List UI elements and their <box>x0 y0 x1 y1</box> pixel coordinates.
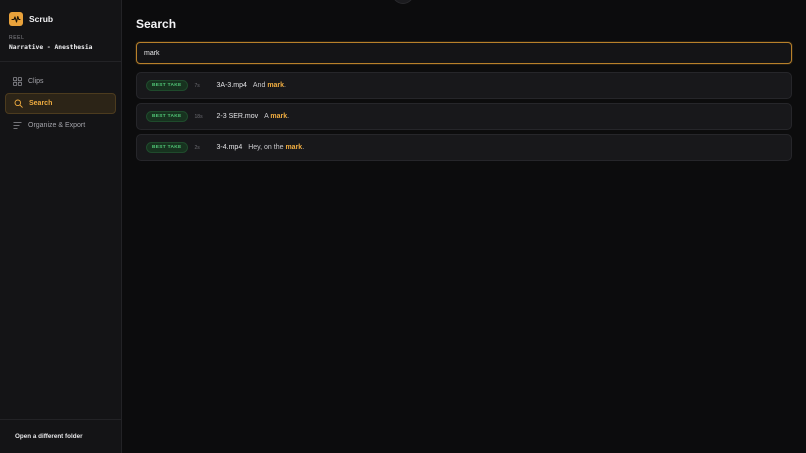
reel-info: REEL Narrative - Anesthesia <box>0 28 121 51</box>
clip-duration: 18s <box>194 113 203 120</box>
clip-duration: 7s <box>194 82 200 89</box>
main-content: Search BEST TAKE 7s 3A-3.mp4 And mark. B… <box>122 0 806 453</box>
search-match: mark <box>267 82 285 89</box>
result-row[interactable]: BEST TAKE 18s 2-3 SER.mov A mark. <box>136 103 792 130</box>
snippet-text-before: And <box>252 82 266 89</box>
window-handle[interactable] <box>392 0 414 4</box>
transcript-snippet: And mark. <box>253 82 286 89</box>
search-field[interactable] <box>136 42 792 64</box>
app-name: Scrub <box>29 14 54 24</box>
search-match: mark <box>270 113 288 120</box>
app-window: Scrub REEL Narrative - Anesthesia Clips <box>0 0 806 453</box>
snippet-text-after: . <box>284 82 286 89</box>
sidebar-nav: Clips Search Organize & Export <box>0 62 121 136</box>
page-title: Search <box>136 17 177 31</box>
snippet-text-after: . <box>302 144 305 151</box>
result-row[interactable]: BEST TAKE 7s 3A-3.mp4 And mark. <box>136 72 792 99</box>
sidebar-item-label: Clips <box>28 78 44 85</box>
sidebar-item-clips[interactable]: Clips <box>5 71 116 92</box>
sidebar-item-organize-export[interactable]: Organize & Export <box>5 115 116 136</box>
sidebar-item-label: Search <box>29 100 53 107</box>
open-folder-button[interactable]: Open a different folder <box>15 433 83 440</box>
grid-icon <box>12 77 22 87</box>
clip-filename: 3A-3.mp4 <box>216 82 247 89</box>
snippet-text-after: . <box>287 113 290 120</box>
result-row[interactable]: BEST TAKE 2s 3-4.mp4 Hey, on the mark. <box>136 134 792 161</box>
brand: Scrub <box>0 0 121 28</box>
snippet-text-before: A <box>264 113 269 120</box>
clip-filename: 3-4.mp4 <box>216 144 243 151</box>
transcript-snippet: A mark. <box>264 113 289 120</box>
transcript-snippet: Hey, on the mark. <box>248 144 304 151</box>
waveform-logo-icon <box>9 12 23 26</box>
list-icon <box>12 121 22 131</box>
reel-name: Narrative - Anesthesia <box>9 44 93 51</box>
sidebar: Scrub REEL Narrative - Anesthesia Clips <box>0 0 122 453</box>
search-input[interactable] <box>144 49 791 57</box>
snippet-text-before: Hey, on the <box>248 144 284 151</box>
search-match: mark <box>285 144 303 151</box>
reel-label: REEL <box>9 35 25 41</box>
sidebar-item-label: Organize & Export <box>28 122 86 129</box>
search-icon <box>13 99 23 109</box>
results-list: BEST TAKE 7s 3A-3.mp4 And mark. BEST TAK… <box>136 72 792 161</box>
sidebar-item-search[interactable]: Search <box>5 93 116 114</box>
best-take-badge: BEST TAKE <box>146 142 188 153</box>
best-take-badge: BEST TAKE <box>146 111 188 122</box>
best-take-badge: BEST TAKE <box>146 80 188 91</box>
clip-filename: 2-3 SER.mov <box>216 113 259 120</box>
clip-duration: 2s <box>194 144 200 151</box>
sidebar-footer: Open a different folder <box>0 419 121 453</box>
